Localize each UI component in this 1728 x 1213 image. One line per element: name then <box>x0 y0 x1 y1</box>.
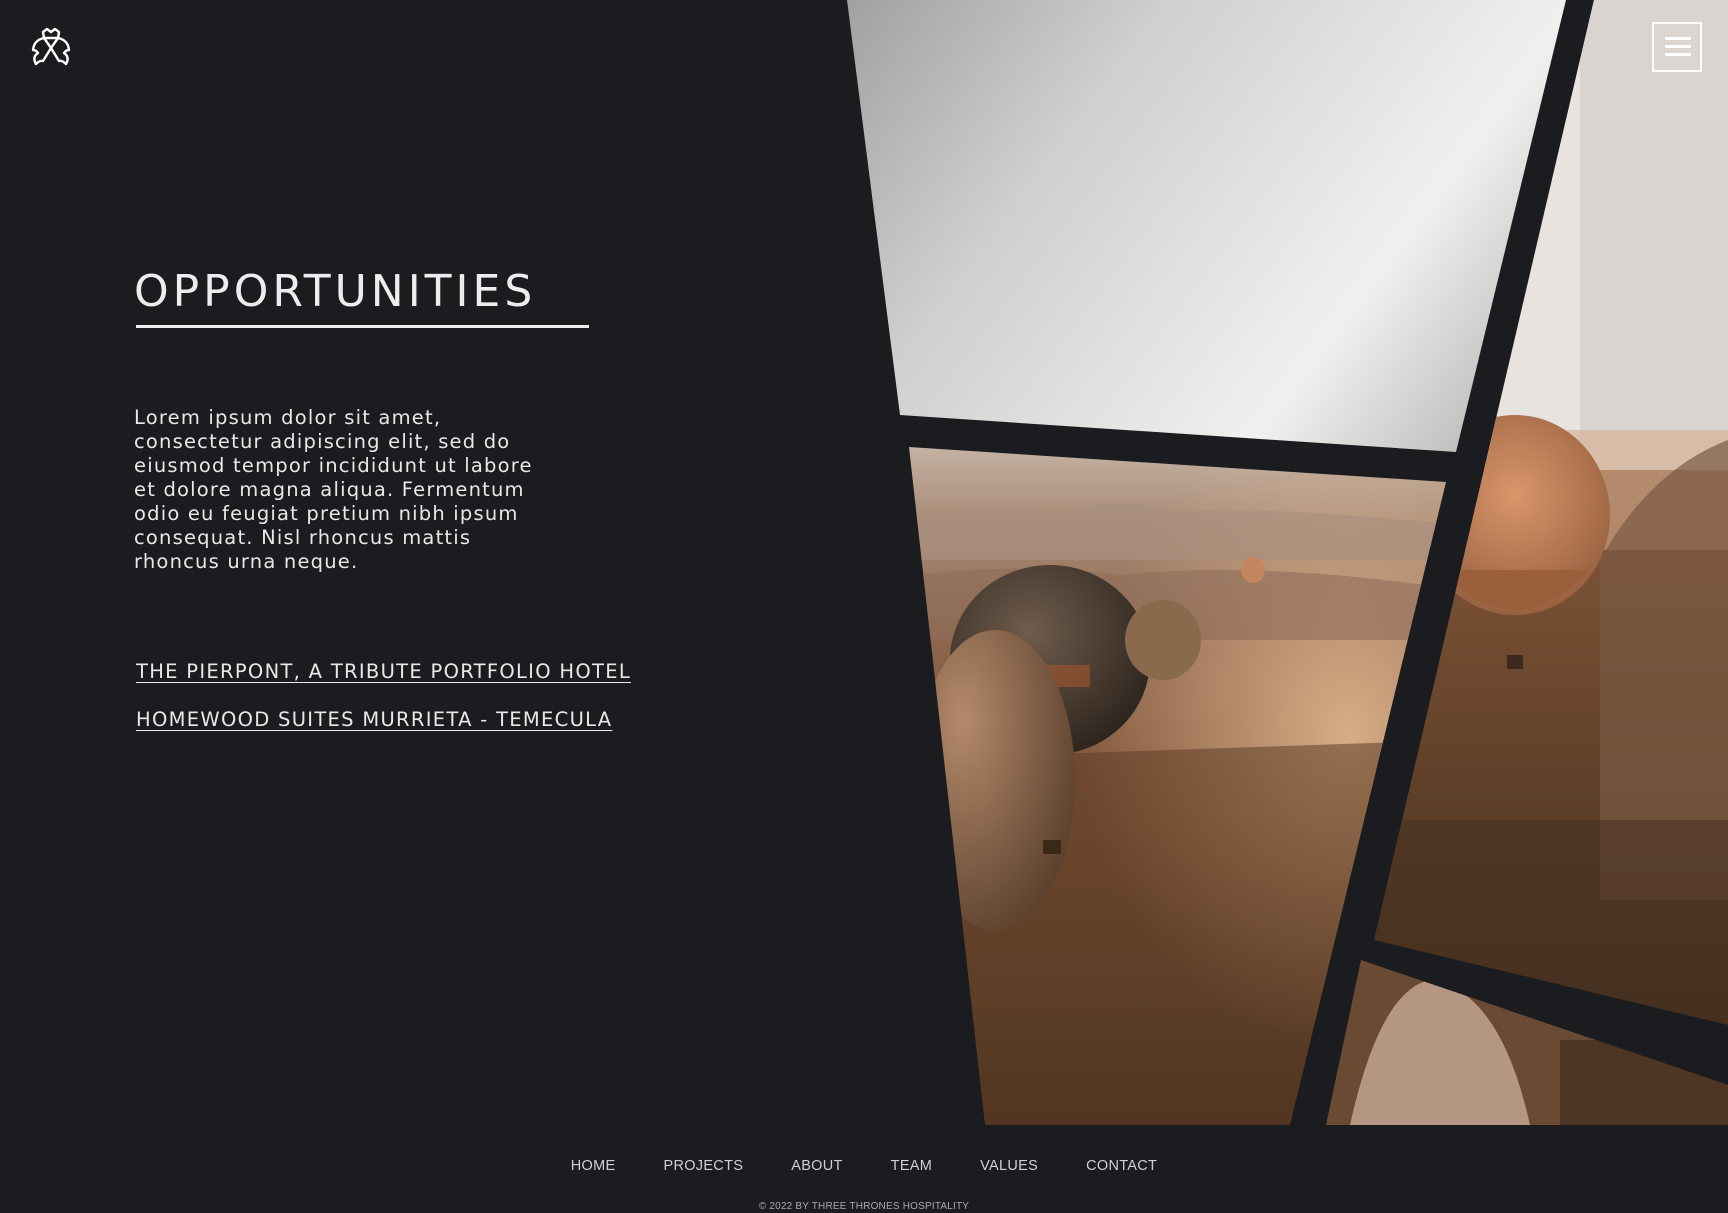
title-underline <box>136 325 589 328</box>
copyright-text: © 2022 BY THREE THRONES HOSPITALITY <box>758 1201 970 1212</box>
project-link-pierpont[interactable]: THE PIERPONT, A TRIBUTE PORTFOLIO HOTEL <box>136 660 631 684</box>
page: OPPORTUNITIES Lorem ipsum dolor sit amet… <box>0 0 1728 1213</box>
footer-nav: HOME PROJECTS ABOUT TEAM VALUES CONTACT <box>0 1158 1728 1174</box>
project-link-homewood[interactable]: HOMEWOOD SUITES MURRIETA - TEMECULA <box>136 708 631 732</box>
intro-paragraph: Lorem ipsum dolor sit amet, consectetur … <box>134 406 533 573</box>
page-title: OPPORTUNITIES <box>134 266 537 317</box>
footer-link-home[interactable]: HOME <box>571 1158 616 1174</box>
project-links: THE PIERPONT, A TRIBUTE PORTFOLIO HOTEL … <box>136 660 631 756</box>
menu-line <box>1665 45 1691 48</box>
hamburger-menu-icon[interactable] <box>1652 22 1702 72</box>
footer-link-contact[interactable]: CONTACT <box>1086 1158 1157 1174</box>
footer-link-projects[interactable]: PROJECTS <box>663 1158 743 1174</box>
footer-link-about[interactable]: ABOUT <box>791 1158 842 1174</box>
crest-icon[interactable] <box>28 26 74 70</box>
menu-line <box>1665 37 1691 40</box>
footer-link-values[interactable]: VALUES <box>980 1158 1038 1174</box>
menu-line <box>1665 53 1691 56</box>
footer-link-team[interactable]: TEAM <box>891 1158 932 1174</box>
